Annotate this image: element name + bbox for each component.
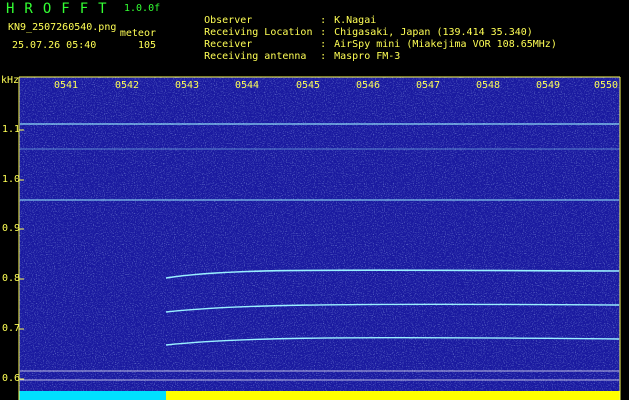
x-tick-label: 0544 (235, 80, 260, 91)
x-tick-label: 0545 (296, 80, 321, 91)
level-bar-low (19, 391, 166, 400)
y-tick-label: 1.1 (2, 124, 21, 135)
x-tick-label: 0550 (594, 80, 619, 91)
y-tick-label: 0.9 (2, 223, 21, 234)
y-tick-label: 0.8 (2, 273, 21, 284)
x-tick-label: 0549 (536, 80, 561, 91)
x-tick-label: 0543 (175, 80, 200, 91)
y-axis-unit: kHz (1, 75, 20, 86)
x-tick-label: 0542 (115, 80, 140, 91)
x-tick-label: 0546 (356, 80, 381, 91)
y-tick-label: 1.0 (2, 174, 21, 185)
y-tick-label: 0.6 (2, 373, 21, 384)
x-tick-label: 0548 (476, 80, 501, 91)
level-bar-high (166, 391, 620, 400)
y-tick-label: 0.7 (2, 323, 21, 334)
x-tick-label: 0541 (54, 80, 79, 91)
spectrogram (18, 76, 621, 400)
x-tick-label: 0547 (416, 80, 441, 91)
